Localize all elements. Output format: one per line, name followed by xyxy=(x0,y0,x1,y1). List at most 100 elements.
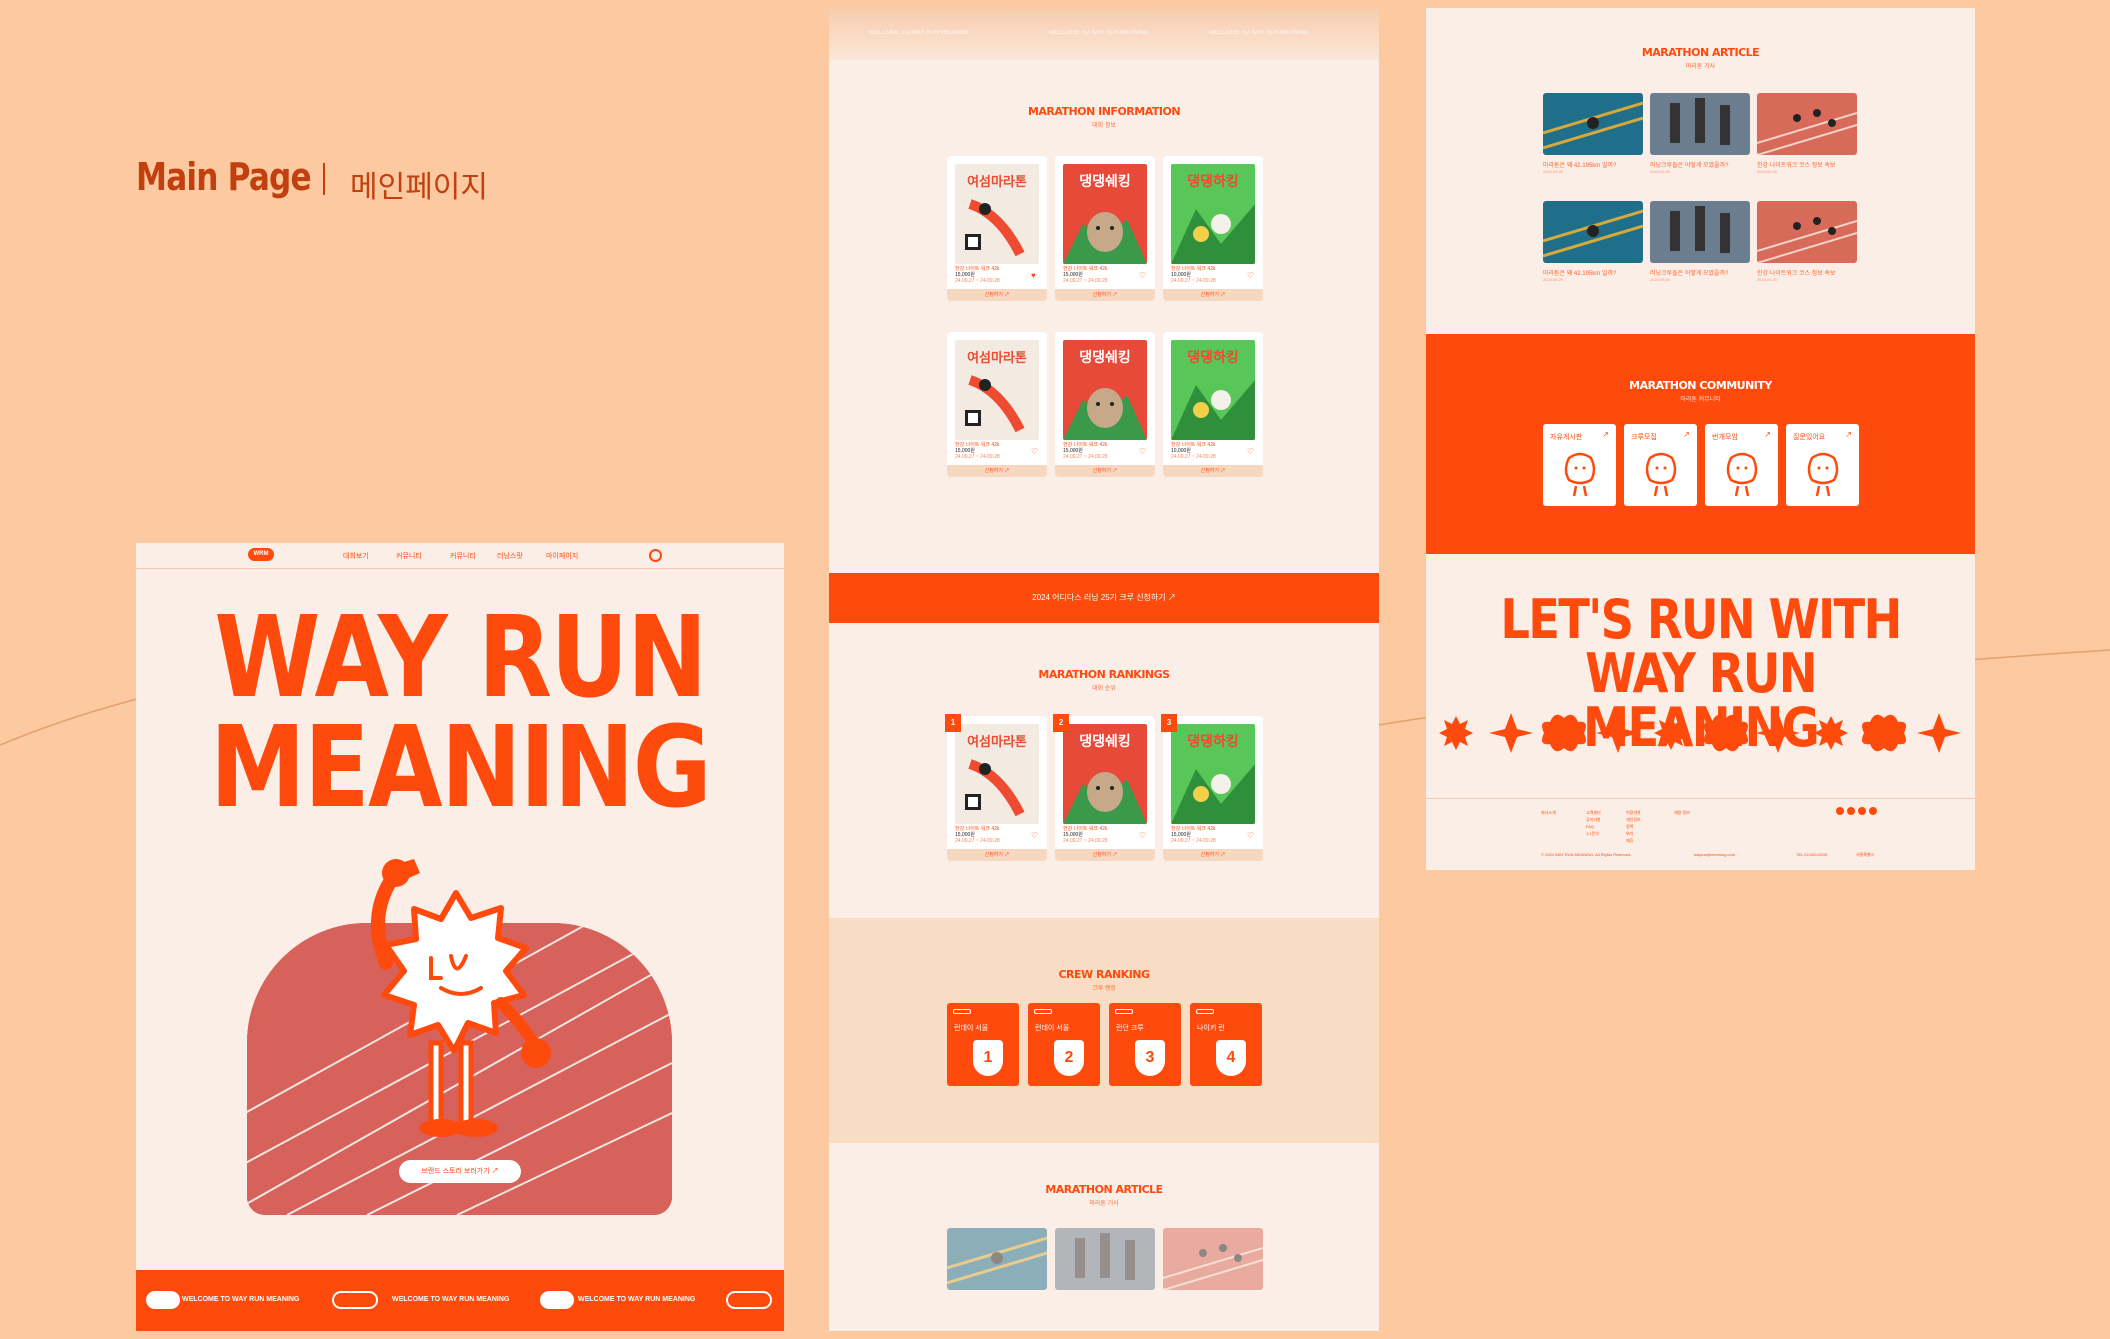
main-page-bottom-panel: MARATHON ARTICLE 마라톤 기사 마라톤은 왜 42.195km … xyxy=(1426,8,1975,870)
facebook-icon[interactable] xyxy=(1858,807,1866,815)
heart-icon[interactable]: ♡ xyxy=(1247,448,1255,456)
crew-section-subtitle: 크루 랭킹 xyxy=(1092,986,1116,992)
article-card[interactable]: 마라톤은 왜 42.195km 일까? 2024.09.20 xyxy=(1543,201,1643,282)
community-card[interactable]: 번개모임 ↗ xyxy=(1705,424,1778,506)
footer-link[interactable]: 고객센터 xyxy=(1586,809,1601,816)
crew-card[interactable]: 런데이 서울 2 xyxy=(1028,1003,1100,1086)
marathon-card[interactable]: 여섬마라톤 한강 나이트 워크 42k 15,000원 24.09.27 ~ 24.0… xyxy=(947,332,1047,477)
heart-icon[interactable]: ♡ xyxy=(1139,272,1147,280)
footer-link[interactable]: 위치 xyxy=(1626,830,1641,837)
card-date: 24.09.27 ~ 24.09.28 xyxy=(1171,454,1216,460)
footer-link[interactable]: 공지사항 xyxy=(1586,816,1601,823)
footer-link[interactable]: FAQ xyxy=(1586,823,1601,830)
apply-button[interactable]: 신청하기 ↗ xyxy=(947,465,1047,477)
community-label: 자유게시판 xyxy=(1550,434,1583,441)
footer-link[interactable]: 1:1문의 xyxy=(1586,830,1601,837)
footer-company[interactable]: 회사소개 xyxy=(1541,809,1556,816)
footer-link[interactable]: 정책 xyxy=(1626,823,1641,830)
article-card[interactable]: 마라톤은 왜 42.195km 일까? 2024.09.20 xyxy=(1543,93,1643,174)
heart-icon[interactable]: ♡ xyxy=(1031,448,1039,456)
heart-icon[interactable]: ♡ xyxy=(1031,832,1039,840)
nav-item-2[interactable]: 커뮤니티 xyxy=(396,551,422,561)
article-date: 2024.09.20 xyxy=(1757,169,1778,174)
footer-link[interactable]: 개인정보 xyxy=(1626,816,1641,823)
rankings-section-title: MARATHON RANKINGS xyxy=(1038,668,1170,681)
svg-text:댕댕쉐킹: 댕댕쉐킹 xyxy=(1079,733,1131,749)
crew-recruit-banner[interactable]: 2024 어디다스 러닝 25기 크루 신청하기 ↗ xyxy=(829,573,1379,623)
nav-item-3[interactable]: 커뮤니티 xyxy=(450,551,476,561)
card-meta: 한강 나이트 워크 42k 10,000원 24.09.27 ~ 24.09.28 xyxy=(1171,442,1216,460)
mascot-icon xyxy=(1807,452,1839,497)
ranking-card[interactable]: 여섬마라톤 1 한강 나이트 워크 42k 15,000원 24.09.27 ~ 24.… xyxy=(945,714,1047,861)
instagram-icon[interactable] xyxy=(1836,807,1844,815)
apply-button[interactable]: 신청하기 ↗ xyxy=(947,289,1047,301)
marathon-card[interactable]: 여섬마라톤 한강 나이트 워크 42k 15,000원 24.09.27 ~ 24.0… xyxy=(947,156,1047,301)
arrow-up-right-icon: ↗ xyxy=(1683,430,1690,439)
ranking-card[interactable]: 댕댕하킹 3 한강 나이트 워크 42k 15,000원 24.09.27 ~ 24.0… xyxy=(1161,714,1263,861)
article-card[interactable]: 한강 나이트워크 코스 정보 속보 2024.09.20 xyxy=(1757,201,1857,282)
article-thumbnail[interactable] xyxy=(1163,1228,1263,1290)
svg-text:여섬마라톤: 여섬마라톤 xyxy=(967,350,1027,365)
community-card[interactable]: 자유게시판 ↗ xyxy=(1543,424,1616,506)
community-section-subtitle: 마라톤 커뮤니티 xyxy=(1680,397,1721,403)
apply-button[interactable]: 신청하기 ↗ xyxy=(1163,289,1263,301)
apply-button[interactable]: 신청하기 ↗ xyxy=(1055,849,1155,861)
marathon-card[interactable]: 댕댕쉐킹 한강 나이트 워크 42k 15,000원 24.09.27 ~ 24.09… xyxy=(1055,156,1155,301)
card-date: 24.09.27 ~ 24.09.28 xyxy=(955,278,1000,284)
heart-icon[interactable]: ♥ xyxy=(1031,272,1039,280)
ticker-text: WELCOME TO WAY RUN MEANING xyxy=(182,1296,300,1303)
mascot-icon xyxy=(1645,452,1677,497)
article-card[interactable]: 한강 나이트워크 코스 정보 속보 2024.09.20 xyxy=(1757,93,1857,174)
article-title: 러닝크루들은 어떻게 모였을까? xyxy=(1650,271,1729,277)
marathon-card[interactable]: 댕댕하킹한강 나이트 워크 42k 10,000원 24.09.27 ~ 24.09… xyxy=(1163,332,1263,477)
apply-button[interactable]: 신청하기 ↗ xyxy=(1163,465,1263,477)
ranking-card[interactable]: 댕댕쉐킹 2 한강 나이트 워크 42k 15,000원 24.09.27 ~ 24.0… xyxy=(1053,714,1155,861)
info-section-subtitle: 대회 정보 xyxy=(1092,123,1116,129)
apply-button[interactable]: 신청하기 ↗ xyxy=(947,849,1047,861)
community-card[interactable]: 질문있어요 ↗ xyxy=(1786,424,1859,506)
article-title: 마라톤은 왜 42.195km 일까? xyxy=(1543,163,1617,169)
youtube-icon[interactable] xyxy=(1847,807,1855,815)
nav-item-4[interactable]: 러닝스팟 xyxy=(497,551,523,561)
footer-careers[interactable]: 채용 정보 xyxy=(1674,809,1690,816)
apply-button[interactable]: 신청하기 ↗ xyxy=(1055,465,1155,477)
footer-email: wayrun@meaning.com xyxy=(1694,852,1735,857)
community-card[interactable]: 크루모집 ↗ xyxy=(1624,424,1697,506)
heart-icon[interactable]: ♡ xyxy=(1139,832,1147,840)
nav-item-1[interactable]: 대회보기 xyxy=(343,551,369,561)
apply-button[interactable]: 신청하기 ↗ xyxy=(1163,849,1263,861)
user-icon[interactable] xyxy=(649,549,662,562)
heart-icon[interactable]: ♡ xyxy=(1139,448,1147,456)
card-meta: 한강 나이트 워크 42k 15,000원 24.09.27 ~ 24.09.28 xyxy=(955,266,1000,284)
heart-icon[interactable]: ♡ xyxy=(1247,832,1255,840)
marathon-card[interactable]: 댕댕하킹 한강 나이트 워크 42k 10,000원 24.09.27 ~ 24.09… xyxy=(1163,156,1263,301)
article-thumbnail[interactable] xyxy=(1055,1228,1155,1290)
article-thumbnail[interactable] xyxy=(947,1228,1047,1290)
apply-button[interactable]: 신청하기 ↗ xyxy=(1055,289,1155,301)
heart-icon[interactable]: ♡ xyxy=(1247,272,1255,280)
footer-link[interactable]: 이용약관 xyxy=(1626,809,1641,816)
brand-story-button[interactable]: 브랜드 스토리 보러가기 ↗ xyxy=(399,1160,521,1183)
marathon-card[interactable]: 댕댕쉐킹 한강 나이트 워크 42k 15,000원 24.09.27 ~ 24.09… xyxy=(1055,332,1155,477)
article-section-title: MARATHON ARTICLE xyxy=(1045,1183,1163,1196)
svg-text:댕댕하킹: 댕댕하킹 xyxy=(1187,349,1239,365)
crew-name: 런데이 서울 xyxy=(1035,1025,1070,1032)
logo[interactable]: WRM xyxy=(248,548,274,561)
rank-badge: 2 xyxy=(1053,714,1069,732)
crew-card[interactable]: 런던 크루 3 xyxy=(1109,1003,1181,1086)
nav-item-5[interactable]: 마이페이지 xyxy=(546,551,578,561)
crew-card[interactable]: 런데이 서울 1 xyxy=(947,1003,1019,1086)
article-card[interactable]: 러닝크루들은 어떻게 모였을까? 2024.09.20 xyxy=(1650,201,1750,282)
svg-text:댕댕쉐킹: 댕댕쉐킹 xyxy=(1079,349,1131,365)
arrow-up-right-icon: ↗ xyxy=(1764,430,1771,439)
article-thumbnail xyxy=(1650,93,1750,155)
closing-line-1: LET'S RUN WITH xyxy=(1500,588,1902,651)
marathon-poster-image: 여섬마라톤 xyxy=(955,724,1039,824)
footer-link[interactable]: 제휴 xyxy=(1626,837,1641,844)
blog-icon[interactable] xyxy=(1869,807,1877,815)
crew-card[interactable]: 나이키 런 4 xyxy=(1190,1003,1262,1086)
article-card[interactable]: 러닝크루들은 어떻게 모였을까? 2024.09.20 xyxy=(1650,93,1750,174)
article-thumbnail xyxy=(1650,201,1750,263)
star-row-icon xyxy=(1439,713,1961,753)
welcome-ticker-faded: WELCOME TO WAY RUN MEANING WELCOME TO WA… xyxy=(829,8,1379,60)
